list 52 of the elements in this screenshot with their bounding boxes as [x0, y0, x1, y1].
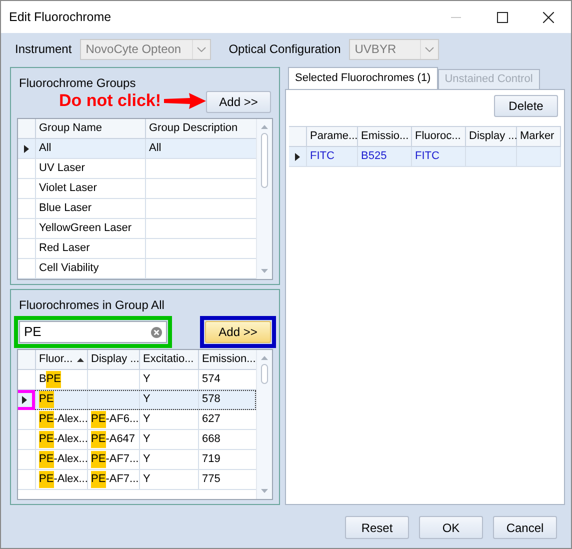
column-header[interactable]: Fluoroc...	[412, 127, 466, 147]
tab[interactable]: Selected Fluorochromes (1)	[288, 67, 438, 89]
optical-label: Optical Configuration	[228, 41, 341, 58]
table-cell[interactable]: All	[36, 139, 146, 159]
table-cell[interactable]: PE-AF6...	[88, 410, 140, 430]
column-header[interactable]: Fluor...	[36, 350, 88, 370]
column-header[interactable]: Group Name	[36, 119, 146, 139]
dialog-button[interactable]: Cancel	[493, 516, 557, 539]
panel-title: Fluorochromes in Group All	[19, 297, 166, 314]
table-cell[interactable]: All	[146, 139, 258, 159]
column-header[interactable]: Display ...	[88, 350, 140, 370]
table-cell[interactable]: UV Laser	[36, 159, 146, 179]
delete-button[interactable]: Delete	[494, 95, 558, 117]
table-cell[interactable]: Y	[140, 450, 199, 470]
table-cell[interactable]: PE-AF7...	[88, 450, 140, 470]
add-button[interactable]: Add >>	[205, 321, 271, 343]
panel-title: Fluorochrome Groups	[19, 75, 136, 92]
table-cell[interactable]: PE-A647	[88, 430, 140, 450]
column-header[interactable]: Marker	[517, 127, 561, 147]
column-header[interactable]: Excitatio...	[140, 350, 199, 370]
column-header[interactable]: Group Description	[146, 119, 258, 139]
table-cell[interactable]: Y	[140, 470, 199, 490]
column-header[interactable]: Emissio...	[358, 127, 412, 147]
table-cell[interactable]: Red Laser	[36, 239, 146, 259]
dialog-button[interactable]: Reset	[345, 516, 409, 539]
dialog-button[interactable]: OK	[419, 516, 483, 539]
table-cell[interactable]: YellowGreen Laser	[36, 219, 146, 239]
instrument-label: Instrument	[15, 41, 72, 58]
table-cell[interactable]: B525	[358, 147, 412, 167]
table-cell[interactable]: FITC	[412, 147, 466, 167]
table-cell[interactable]: Cell Viability	[36, 259, 146, 279]
table-cell[interactable]: Y	[140, 390, 199, 410]
add-button[interactable]: Add >>	[206, 91, 271, 113]
warning-text: Do not click!	[59, 90, 162, 112]
column-header[interactable]: Parame...	[307, 127, 358, 147]
table-cell[interactable]: PE-AF7...	[88, 470, 140, 490]
table-cell[interactable]: PE-Alex...	[36, 410, 88, 430]
table-cell[interactable]: Violet Laser	[36, 179, 146, 199]
table-cell[interactable]: PE	[36, 390, 88, 410]
table-cell[interactable]: Y	[140, 410, 199, 430]
table-cell[interactable]: 578	[199, 390, 258, 410]
table-cell[interactable]: Blue Laser	[36, 199, 146, 219]
table-cell[interactable]: BPE	[36, 370, 88, 390]
search-field[interactable]: PE	[19, 321, 167, 343]
table-cell[interactable]: Y	[140, 430, 199, 450]
table-cell[interactable]: PE-Alex...	[36, 450, 88, 470]
table-cell[interactable]: PE-Alex...	[36, 470, 88, 490]
column-header[interactable]: Emission...	[199, 350, 258, 370]
window-title: Edit Fluorochrome	[9, 8, 112, 26]
column-header[interactable]: Display ...	[466, 127, 517, 147]
table-cell[interactable]: FITC	[307, 147, 358, 167]
table-cell[interactable]: PE-Alex...	[36, 430, 88, 450]
